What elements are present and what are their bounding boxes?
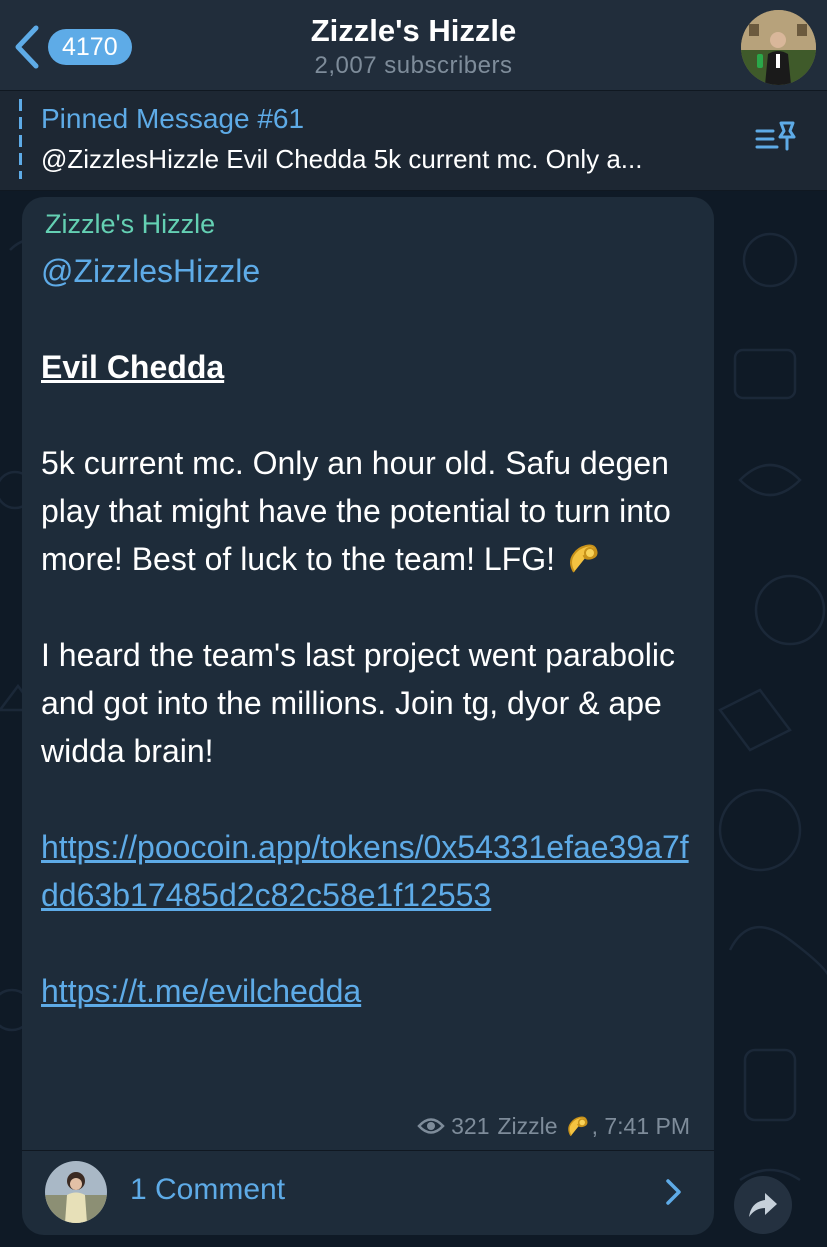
message-bubble: Zizzle's Hizzle @ZizzlesHizzle Evil Ched…	[22, 197, 714, 1235]
pinching-hand-emoji	[567, 1116, 588, 1137]
message-heading: Evil Chedda	[41, 349, 225, 385]
poocoin-link[interactable]: https://poocoin.app/tokens/0x54331efae39…	[41, 829, 689, 913]
message-paragraph-2: I heard the team's last project went par…	[41, 637, 675, 769]
share-arrow-icon	[749, 1193, 777, 1217]
post-time: , 7:41 PM	[591, 1113, 690, 1139]
chat-header: 4170 Zizzle's Hizzle 2,007 subscribers	[0, 0, 827, 91]
post-signature: Zizzle	[497, 1113, 558, 1139]
pinching-hand-emoji	[569, 544, 598, 573]
pinned-title: Pinned Message #61	[41, 103, 305, 134]
message-paragraph-1: 5k current mc. Only an hour old. Safu de…	[41, 445, 671, 577]
pinned-message-bar[interactable]: Pinned Message #61 @ZizzlesHizzle Evil C…	[0, 91, 827, 191]
eye-icon	[417, 1118, 445, 1134]
chat-title-block[interactable]: Zizzle's Hizzle 2,007 subscribers	[200, 12, 627, 82]
commenter-avatar	[45, 1161, 107, 1223]
telegram-link[interactable]: https://t.me/evilchedda	[41, 973, 361, 1009]
pinned-indicator-bar	[19, 99, 22, 179]
chevron-right-icon	[666, 1179, 681, 1205]
unread-count-badge: 4170	[48, 29, 132, 65]
subscriber-count: 2,007 subscribers	[314, 52, 513, 79]
pinned-list-icon[interactable]	[755, 119, 799, 155]
comments-label: 1 Comment	[130, 1173, 286, 1206]
commenter-avatar-image	[45, 1161, 107, 1223]
sender-name[interactable]: Zizzle's Hizzle	[45, 207, 215, 241]
message-meta: 321 Zizzle , 7:41 PM	[417, 1111, 690, 1141]
channel-avatar[interactable]	[741, 10, 816, 85]
channel-avatar-image	[741, 10, 816, 85]
chevron-left-icon	[15, 25, 39, 69]
back-button[interactable]: 4170	[12, 22, 132, 72]
comments-button[interactable]: 1 Comment	[22, 1151, 714, 1235]
view-count: 321	[451, 1113, 490, 1139]
message-text: @ZizzlesHizzle Evil Chedda 5k current mc…	[41, 247, 701, 1015]
share-button[interactable]	[734, 1176, 792, 1234]
pinned-preview-text: @ZizzlesHizzle Evil Chedda 5k current mc…	[41, 144, 643, 174]
mention-link[interactable]: @ZizzlesHizzle	[41, 253, 260, 289]
channel-title: Zizzle's Hizzle	[310, 13, 517, 48]
